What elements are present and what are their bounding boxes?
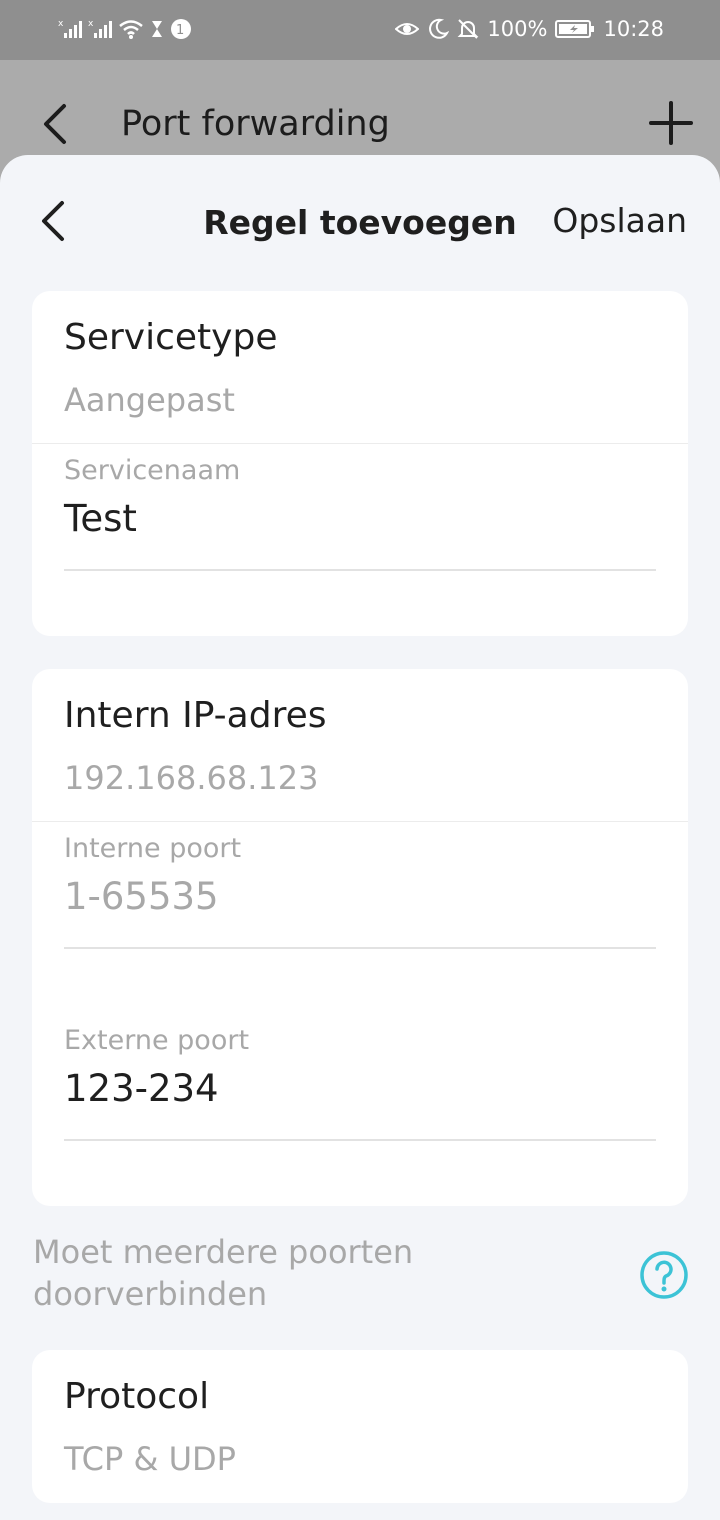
help-circle-icon bbox=[640, 1251, 688, 1299]
protocol-label: Protocol bbox=[64, 1376, 210, 1417]
notification-badge-icon: 1 bbox=[170, 18, 192, 40]
external-port-label: Externe poort bbox=[64, 1025, 250, 1056]
background-page-title: Port forwarding bbox=[121, 104, 390, 144]
internal-ip-value: 192.168.68.123 bbox=[64, 759, 319, 797]
service-type-label: Servicetype bbox=[64, 317, 278, 358]
multi-port-label: Moet meerdere poorten doorverbinden bbox=[33, 1233, 414, 1313]
clock: 10:28 bbox=[603, 17, 664, 41]
service-type-value: Aangepast bbox=[64, 381, 235, 419]
help-button[interactable] bbox=[639, 1250, 689, 1300]
moon-icon bbox=[427, 18, 450, 40]
battery-icon bbox=[555, 19, 595, 39]
internal-port-input[interactable]: 1-65535 bbox=[64, 875, 219, 918]
svg-text:1: 1 bbox=[176, 23, 184, 38]
internal-ip-label: Intern IP-adres bbox=[64, 695, 327, 736]
eye-icon bbox=[395, 19, 420, 39]
wifi-icon bbox=[118, 18, 144, 40]
service-name-input[interactable]: Test bbox=[64, 497, 137, 540]
battery-percent: 100% bbox=[487, 17, 548, 41]
divider bbox=[32, 821, 688, 822]
chevron-left-icon bbox=[38, 102, 72, 146]
protocol-card[interactable]: Protocol TCP & UDP bbox=[32, 1350, 688, 1503]
save-button[interactable]: Opslaan bbox=[552, 201, 687, 240]
external-port-underline bbox=[64, 1139, 656, 1141]
divider bbox=[32, 443, 688, 444]
internal-port-underline bbox=[64, 947, 656, 949]
signal-icon: x bbox=[58, 18, 82, 40]
signal-icon: x bbox=[88, 18, 112, 40]
service-card: Servicetype Aangepast Servicenaam Test bbox=[32, 291, 688, 636]
hourglass-icon bbox=[150, 19, 164, 39]
plus-icon bbox=[648, 100, 694, 146]
service-name-underline bbox=[64, 569, 656, 571]
internal-port-label: Interne poort bbox=[64, 833, 242, 864]
protocol-value: TCP & UDP bbox=[64, 1440, 236, 1478]
external-port-input[interactable]: 123-234 bbox=[64, 1067, 219, 1110]
add-rule-sheet: Regel toevoegen Opslaan Servicetype Aang… bbox=[0, 155, 720, 1520]
status-left: x x 1 bbox=[58, 18, 192, 40]
network-card: Intern IP-adres 192.168.68.123 Interne p… bbox=[32, 669, 688, 1206]
service-name-label: Servicenaam bbox=[64, 455, 241, 486]
bell-off-icon bbox=[457, 18, 479, 40]
svg-text:x: x bbox=[58, 19, 64, 29]
svg-text:x: x bbox=[88, 19, 94, 29]
status-right: 100% 10:28 bbox=[395, 17, 664, 41]
status-bar: x x 1 100% 10:28 bbox=[0, 0, 720, 60]
